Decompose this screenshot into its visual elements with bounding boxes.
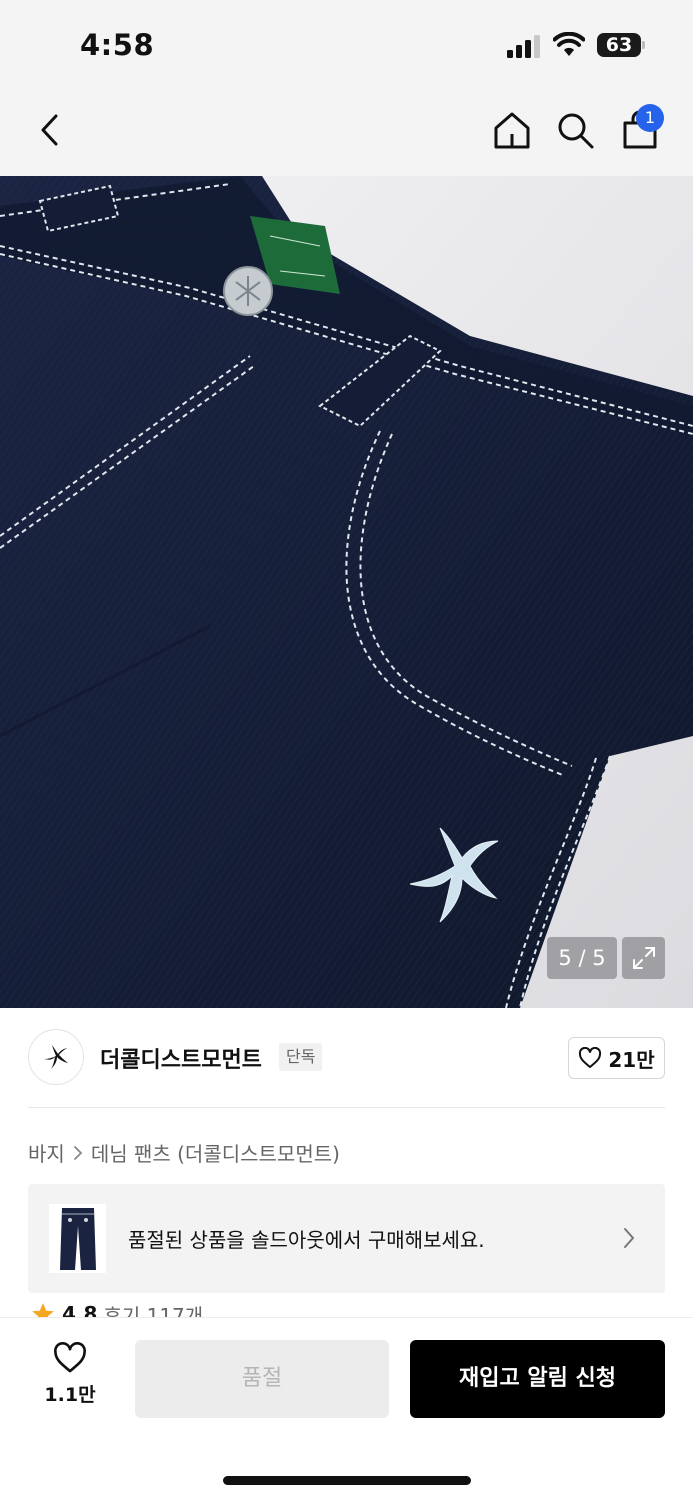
wish-button[interactable]: 1.1만 <box>30 1342 110 1414</box>
expand-button[interactable] <box>622 937 665 979</box>
brand-name[interactable]: 더콜디스트모먼트 <box>100 1042 262 1074</box>
wish-count: 1.1만 <box>44 1384 96 1406</box>
status-bar: 4:58 63 <box>0 0 693 90</box>
battery-icon: 63 <box>597 33 645 57</box>
soldout-banner-text: 품절된 상품을 솔드아웃에서 구매해보세요. <box>128 1228 485 1252</box>
cellular-signal-icon <box>507 35 540 58</box>
soldout-thumbnail <box>49 1204 106 1273</box>
breadcrumb-category[interactable]: 바지 <box>28 1138 65 1167</box>
back-icon <box>41 114 58 146</box>
search-icon <box>558 113 594 149</box>
battery-level: 63 <box>605 34 633 56</box>
chevron-right-icon <box>624 1228 635 1248</box>
back-button[interactable] <box>28 108 72 152</box>
home-icon <box>494 112 530 149</box>
wifi-icon <box>553 32 585 56</box>
soldout-banner[interactable]: 품절된 상품을 솔드아웃에서 구매해보세요. <box>28 1184 665 1293</box>
exclusive-badge: 단독 <box>279 1043 323 1071</box>
brand-like-count: 21만 <box>608 1047 655 1072</box>
image-counter: 5 / 5 <box>547 937 617 979</box>
product-photo <box>0 176 693 1008</box>
heart-icon <box>54 1342 86 1373</box>
jeans-thumbnail <box>59 1207 96 1270</box>
heart-icon <box>579 1047 602 1068</box>
search-button[interactable] <box>553 108 597 152</box>
home-button[interactable] <box>490 108 534 152</box>
restock-alert-button[interactable]: 재입고 알림 신청 <box>410 1340 665 1418</box>
brand-logo[interactable] <box>28 1029 84 1085</box>
battery-tip <box>642 41 645 49</box>
product-image[interactable] <box>0 176 693 1008</box>
star-logo-icon <box>44 1045 68 1069</box>
chevron-right-icon <box>73 1145 83 1160</box>
brand-like-button[interactable]: 21만 <box>568 1037 665 1079</box>
soldout-button: 품절 <box>135 1340 389 1418</box>
expand-icon <box>632 947 655 969</box>
divider <box>28 1107 665 1108</box>
status-time: 4:58 <box>80 28 155 62</box>
breadcrumb-subcategory[interactable]: 데님 팬츠 (더콜디스트모먼트) <box>91 1138 340 1167</box>
breadcrumb: 바지 데님 팬츠 (더콜디스트모먼트) <box>28 1138 340 1167</box>
home-indicator <box>223 1476 471 1485</box>
cart-count-badge: 1 <box>636 104 664 132</box>
nav-bar <box>0 90 693 176</box>
